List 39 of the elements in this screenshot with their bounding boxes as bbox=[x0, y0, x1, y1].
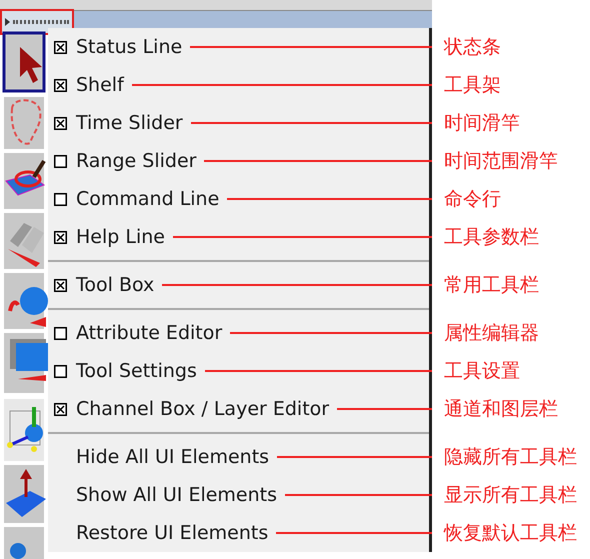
menu-item[interactable]: Tool Box bbox=[48, 266, 432, 304]
annotation-label: 状态条 bbox=[442, 35, 501, 60]
menu-item[interactable]: Shelf bbox=[48, 66, 432, 104]
menu-item[interactable]: Attribute Editor bbox=[48, 314, 432, 352]
annotation-label: 时间范围滑竿 bbox=[443, 149, 558, 174]
annotation-label: 隐藏所有工具栏 bbox=[443, 445, 577, 470]
expand-icon[interactable] bbox=[5, 18, 10, 26]
checkbox[interactable] bbox=[54, 364, 67, 378]
annotation-label: 常用工具栏 bbox=[443, 273, 539, 298]
menu-item[interactable]: Hide All UI Elements bbox=[48, 438, 432, 476]
menu-item[interactable]: Time Slider bbox=[48, 104, 432, 142]
checkbox[interactable] bbox=[54, 402, 67, 416]
menu-item[interactable]: Status Line bbox=[48, 28, 432, 66]
checkbox[interactable] bbox=[54, 192, 67, 206]
checkbox[interactable] bbox=[54, 78, 67, 92]
tool-icon[interactable] bbox=[0, 29, 48, 95]
annotation-label: 工具设置 bbox=[443, 359, 520, 384]
checkbox[interactable] bbox=[54, 230, 67, 244]
checkbox[interactable] bbox=[54, 116, 67, 130]
menu-item[interactable]: Channel Box / Layer Editor bbox=[48, 390, 432, 428]
menu-item[interactable]: Command Line bbox=[48, 180, 432, 218]
annotation-label: 通道和图层栏 bbox=[443, 397, 558, 422]
menu-item[interactable]: Restore UI Elements bbox=[48, 514, 432, 552]
menu-item[interactable]: Tool Settings bbox=[48, 352, 432, 390]
collapse-handle[interactable] bbox=[13, 20, 69, 24]
checkbox[interactable] bbox=[54, 40, 67, 54]
annotation-label: 属性编辑器 bbox=[443, 321, 539, 346]
menu-item[interactable]: Range Slider bbox=[48, 142, 432, 180]
annotation-label: 工具架 bbox=[443, 73, 501, 98]
checkbox[interactable] bbox=[54, 278, 67, 292]
menu-item[interactable]: Help Line bbox=[48, 218, 432, 256]
annotation-label: 显示所有工具栏 bbox=[443, 483, 577, 508]
checkbox[interactable] bbox=[54, 326, 67, 340]
annotation-label: 命令行 bbox=[443, 187, 501, 212]
annotation-label: 工具参数栏 bbox=[443, 225, 539, 250]
annotation-label: 时间滑竿 bbox=[443, 111, 520, 136]
checkbox[interactable] bbox=[54, 154, 67, 168]
annotation-label: 恢复默认工具栏 bbox=[442, 521, 577, 546]
menu-item[interactable]: Show All UI Elements bbox=[48, 476, 432, 514]
